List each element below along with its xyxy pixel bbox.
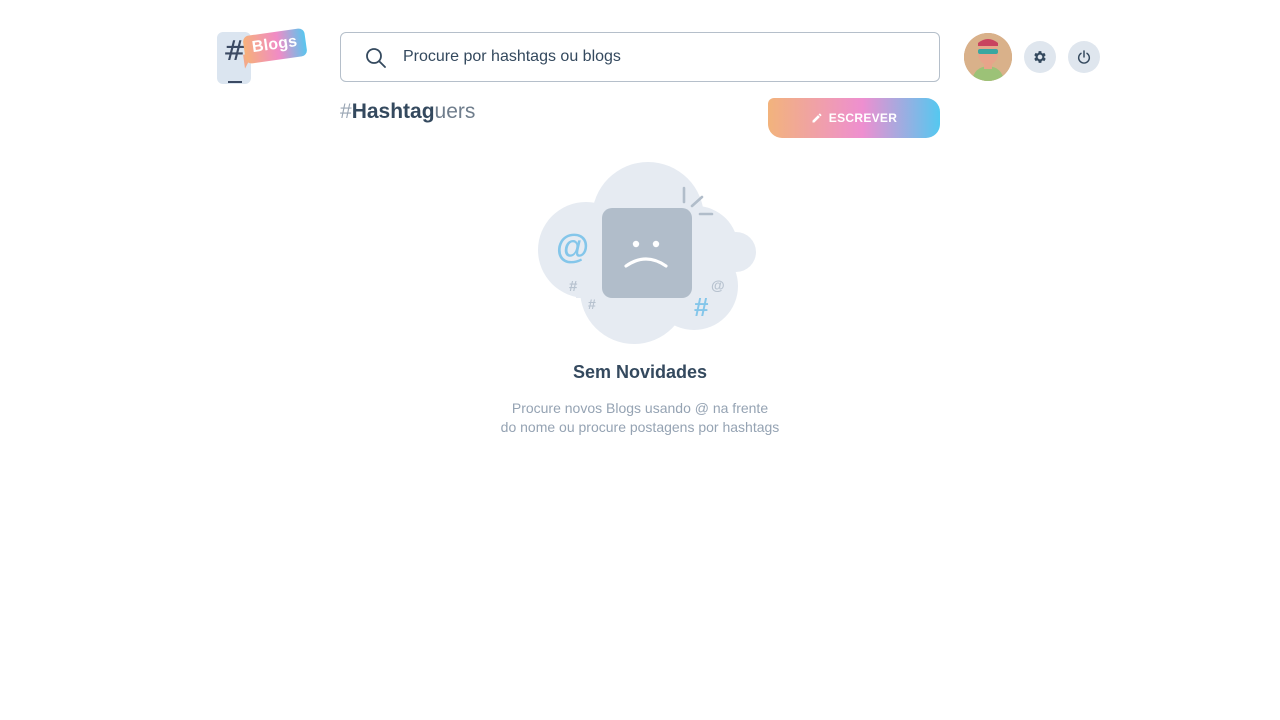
avatar-image xyxy=(964,33,1012,81)
empty-state-line-1: Procure novos Blogs usando @ na frente xyxy=(511,400,769,416)
sad-box-icon xyxy=(602,208,692,298)
page-title-light: uers xyxy=(434,100,476,123)
logout-button[interactable] xyxy=(1068,41,1100,73)
hash-blue-icon: # xyxy=(694,292,709,322)
avatar[interactable] xyxy=(964,33,1012,81)
write-button-label: ESCREVER xyxy=(828,111,898,125)
hash-small-icon-2: # xyxy=(588,296,596,312)
page-title: #Hashtaguers xyxy=(340,99,475,125)
logo-underline xyxy=(228,81,242,83)
hash-small-icon: # xyxy=(569,278,578,295)
empty-state-description: Procure novos Blogs usando @ na frente d… xyxy=(440,399,840,437)
empty-state-illustration: @ # # # @ xyxy=(538,162,756,344)
settings-button[interactable] xyxy=(1024,41,1056,73)
pencil-icon xyxy=(812,113,822,123)
app-logo[interactable]: # Blogs xyxy=(216,27,310,88)
write-button[interactable]: ESCREVER xyxy=(768,98,940,138)
page-title-hash: # xyxy=(340,100,352,123)
search-bar[interactable] xyxy=(340,32,940,82)
search-icon[interactable] xyxy=(365,47,387,69)
at-small-icon: @ xyxy=(711,277,725,293)
power-icon xyxy=(1077,50,1091,64)
gear-icon xyxy=(1034,51,1046,63)
page-title-bold: Hashtag xyxy=(351,100,435,123)
at-sign-icon: @ xyxy=(556,228,589,266)
empty-state-line-2: do nome ou procure postagens por hashtag… xyxy=(500,419,780,435)
empty-state-title: Sem Novidades xyxy=(572,362,708,382)
search-input[interactable] xyxy=(403,33,923,81)
